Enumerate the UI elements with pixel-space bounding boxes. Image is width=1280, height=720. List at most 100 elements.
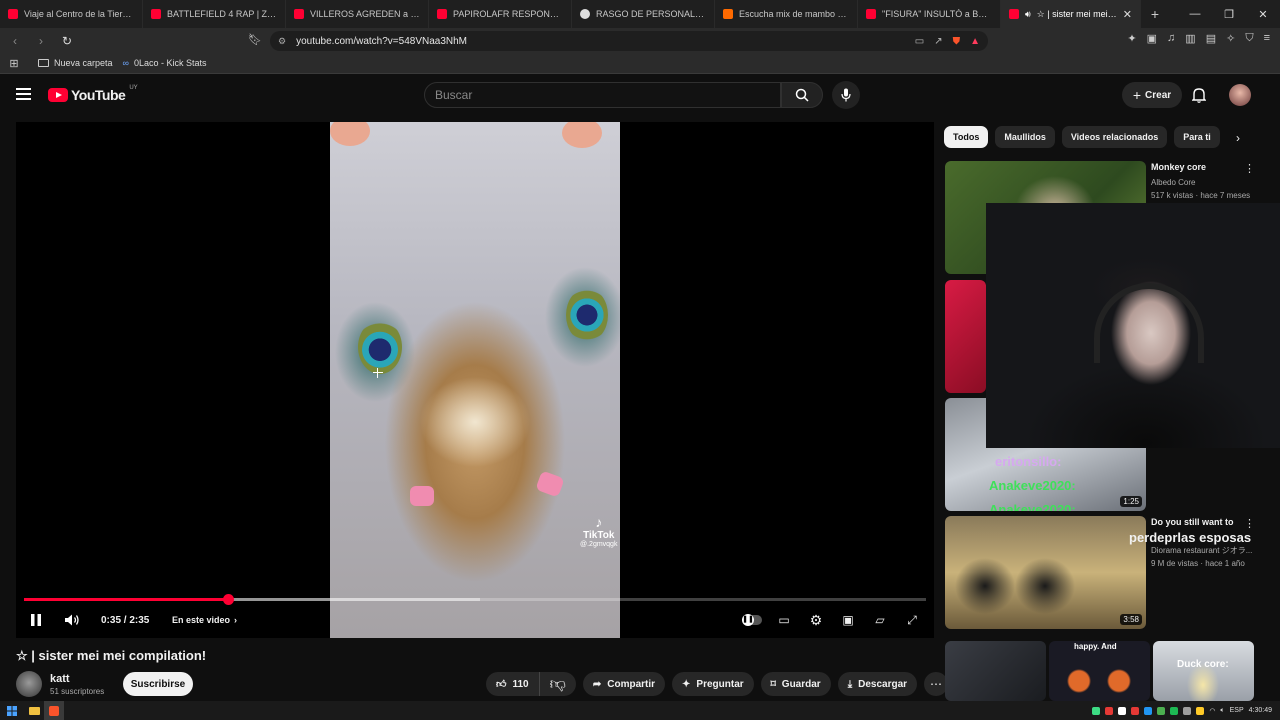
overlay-caption: Duck core: xyxy=(1177,659,1229,670)
recommendation-menu-icon[interactable]: ⋮ xyxy=(1244,517,1255,530)
browser-tab[interactable]: BATTLEFIELD 4 RAP | Zarcort (C xyxy=(143,0,286,28)
browser-tab-active[interactable]: 🔊︎ ☆ | sister mei mei comp ✕ xyxy=(1001,0,1141,28)
share-button[interactable]: ➦ Compartir xyxy=(582,672,666,696)
browser-tab[interactable]: RASGO DE PERSONALIDAD CU xyxy=(572,0,715,28)
new-tab-button[interactable]: + xyxy=(1141,6,1169,22)
volume-button[interactable] xyxy=(64,608,80,632)
apps-grid-icon[interactable]: ⊞ xyxy=(0,57,28,70)
chip-for-you[interactable]: Para ti xyxy=(1174,126,1220,148)
tray-app-icon[interactable] xyxy=(1118,706,1127,715)
browser-tab[interactable]: PAPIROLAFR RESPONDE #1 - Y xyxy=(429,0,572,28)
save-button[interactable]: ⌑ Guardar xyxy=(760,672,831,696)
tray-app-icon[interactable] xyxy=(1144,706,1153,715)
voice-search-button[interactable] xyxy=(832,81,860,109)
search-button[interactable] xyxy=(781,82,823,108)
maximize-icon[interactable]: ❐ xyxy=(1212,8,1246,21)
sidebar-icon[interactable]: ▥ xyxy=(1185,32,1195,45)
ask-button[interactable]: ✦ Preguntar xyxy=(672,672,754,696)
extensions-area: ✦ ▣ ♫ ▥ ▤ ✧ ⛉ ≡ xyxy=(1127,32,1270,45)
fullscreen-icon[interactable]: ⤢ xyxy=(902,610,922,630)
chips-next-button[interactable]: › xyxy=(1228,128,1248,148)
vpn-icon[interactable]: ⛉ xyxy=(1245,32,1253,45)
dislike-button[interactable]: 👎︎ xyxy=(540,672,576,696)
bookmark-item[interactable]: ∞ 0Laco - Kick Stats xyxy=(123,58,207,68)
recommendation-thumbnail[interactable] xyxy=(945,641,1046,701)
recommendation-title[interactable]: Monkey core xyxy=(1151,162,1206,173)
clock[interactable]: 4:30:49 xyxy=(1249,707,1272,714)
url-field[interactable]: ⚙︎ youtube.com/watch?v=548VNaa3NhM ▭ ↗ ⛊… xyxy=(270,31,988,51)
channel-name[interactable]: katt xyxy=(50,673,70,685)
speaker-icon[interactable]: 🔊︎ xyxy=(1025,9,1031,20)
create-button[interactable]: + Crear xyxy=(1122,82,1182,108)
browser-tab[interactable]: Escucha mix de mambo pa sali xyxy=(715,0,858,28)
extension-icon[interactable]: ✦ xyxy=(1127,32,1136,45)
recommendation-channel[interactable]: Albedo Core xyxy=(1151,176,1195,189)
chip-meows[interactable]: Maullidos xyxy=(995,126,1055,148)
close-window-icon[interactable]: ✕ xyxy=(1246,8,1280,21)
windows-start-icon[interactable] xyxy=(0,705,24,716)
tray-app-icon[interactable] xyxy=(1131,706,1140,715)
file-explorer-icon[interactable] xyxy=(24,706,44,715)
download-button[interactable]: ⤓ Descargar xyxy=(837,672,918,696)
like-button[interactable]: 👍︎ 110 xyxy=(486,672,540,696)
like-dislike-group: 👍︎ 110 👎︎ xyxy=(486,672,576,696)
autoplay-toggle[interactable]: ❚❚ xyxy=(742,610,762,630)
wallet-icon[interactable]: ▤ xyxy=(1206,32,1216,45)
brave-browser-icon[interactable] xyxy=(44,701,64,720)
chip-all[interactable]: Todos xyxy=(944,126,989,148)
hamburger-menu-icon[interactable] xyxy=(16,88,31,100)
screenshot-icon[interactable]: ▣ xyxy=(1147,32,1157,45)
leo-icon[interactable]: ✧ xyxy=(1226,32,1235,45)
reload-icon[interactable]: ↻ xyxy=(56,34,78,48)
bookmark-icon[interactable]: 🔖︎ xyxy=(248,33,262,46)
recommendation-channel[interactable]: Diorama restaurant ジオラ... xyxy=(1151,544,1252,557)
browser-tab[interactable]: VILLEROS AGREDEN a BRUNEN xyxy=(286,0,429,28)
chapters-button[interactable]: En este video › xyxy=(172,608,237,632)
recommendation-menu-icon[interactable]: ⋮ xyxy=(1244,162,1255,175)
brave-shield-icon[interactable]: ⛊ xyxy=(953,36,961,47)
share-icon[interactable]: ↗ xyxy=(934,36,942,47)
subtitles-icon[interactable]: ▭ xyxy=(774,610,794,630)
close-tab-icon[interactable]: ✕ xyxy=(1123,8,1132,21)
user-avatar[interactable] xyxy=(1229,84,1251,106)
tray-app-icon[interactable] xyxy=(1170,706,1179,715)
cast-icon[interactable]: ▭ xyxy=(915,36,924,47)
brave-rewards-icon[interactable]: ▲ xyxy=(970,36,980,47)
recommendation-thumbnail[interactable]: Duck core: xyxy=(1153,641,1254,701)
bookmark-item[interactable]: Nueva carpeta xyxy=(38,58,113,68)
browser-tab[interactable]: Viaje al Centro de la Tierra (Tan xyxy=(0,0,143,28)
recommendation-thumbnail[interactable] xyxy=(945,280,986,393)
back-icon[interactable]: ‹ xyxy=(4,34,26,48)
subscribe-button[interactable]: Suscribirse xyxy=(123,672,193,696)
volume-tray-icon[interactable]: 🔈︎ xyxy=(1220,707,1224,715)
wifi-icon[interactable]: ◠ xyxy=(1209,707,1215,715)
chip-related[interactable]: Videos relacionados xyxy=(1061,126,1168,148)
tray-app-icon[interactable] xyxy=(1092,706,1101,715)
youtube-logo[interactable]: YouTube UY xyxy=(48,85,138,103)
tray-app-icon[interactable] xyxy=(1196,706,1205,715)
scrubber-handle[interactable] xyxy=(222,594,234,605)
language-indicator[interactable]: ESP xyxy=(1230,707,1244,714)
miniplayer-icon[interactable]: ▣ xyxy=(838,610,858,630)
browser-tab[interactable]: "FISURA" INSULTÓ a BRUNENG xyxy=(858,0,1001,28)
tray-app-icon[interactable] xyxy=(1157,706,1166,715)
progress-bar[interactable] xyxy=(24,594,926,605)
menu-icon[interactable]: ≡ xyxy=(1264,32,1270,45)
minimize-icon[interactable]: — xyxy=(1178,8,1212,20)
video-frame[interactable]: ♪ TikTok @.2gmvqgk xyxy=(330,122,620,638)
notifications-button[interactable] xyxy=(1191,87,1207,108)
recommendation-thumbnail[interactable]: 3:58 xyxy=(945,516,1146,629)
recommendation-title[interactable]: Do you still want to xyxy=(1151,517,1234,528)
settings-icon[interactable]: ⚙ xyxy=(806,610,826,630)
tray-app-icon[interactable] xyxy=(1105,706,1114,715)
tray-app-icon[interactable] xyxy=(1183,706,1192,715)
search-input[interactable]: Buscar xyxy=(424,82,781,108)
music-icon[interactable]: ♫ xyxy=(1167,32,1175,45)
forward-icon[interactable]: › xyxy=(30,34,52,48)
site-info-icon[interactable]: ⚙︎ xyxy=(278,36,286,47)
recommendation-thumbnail[interactable]: happy. And xyxy=(1049,641,1150,701)
cast-icon[interactable]: ▱ xyxy=(870,610,890,630)
video-player[interactable]: ♪ TikTok @.2gmvqgk 0:35 / 2:35 En este v… xyxy=(16,122,934,638)
pause-button[interactable] xyxy=(30,608,42,632)
channel-avatar[interactable] xyxy=(16,671,42,697)
